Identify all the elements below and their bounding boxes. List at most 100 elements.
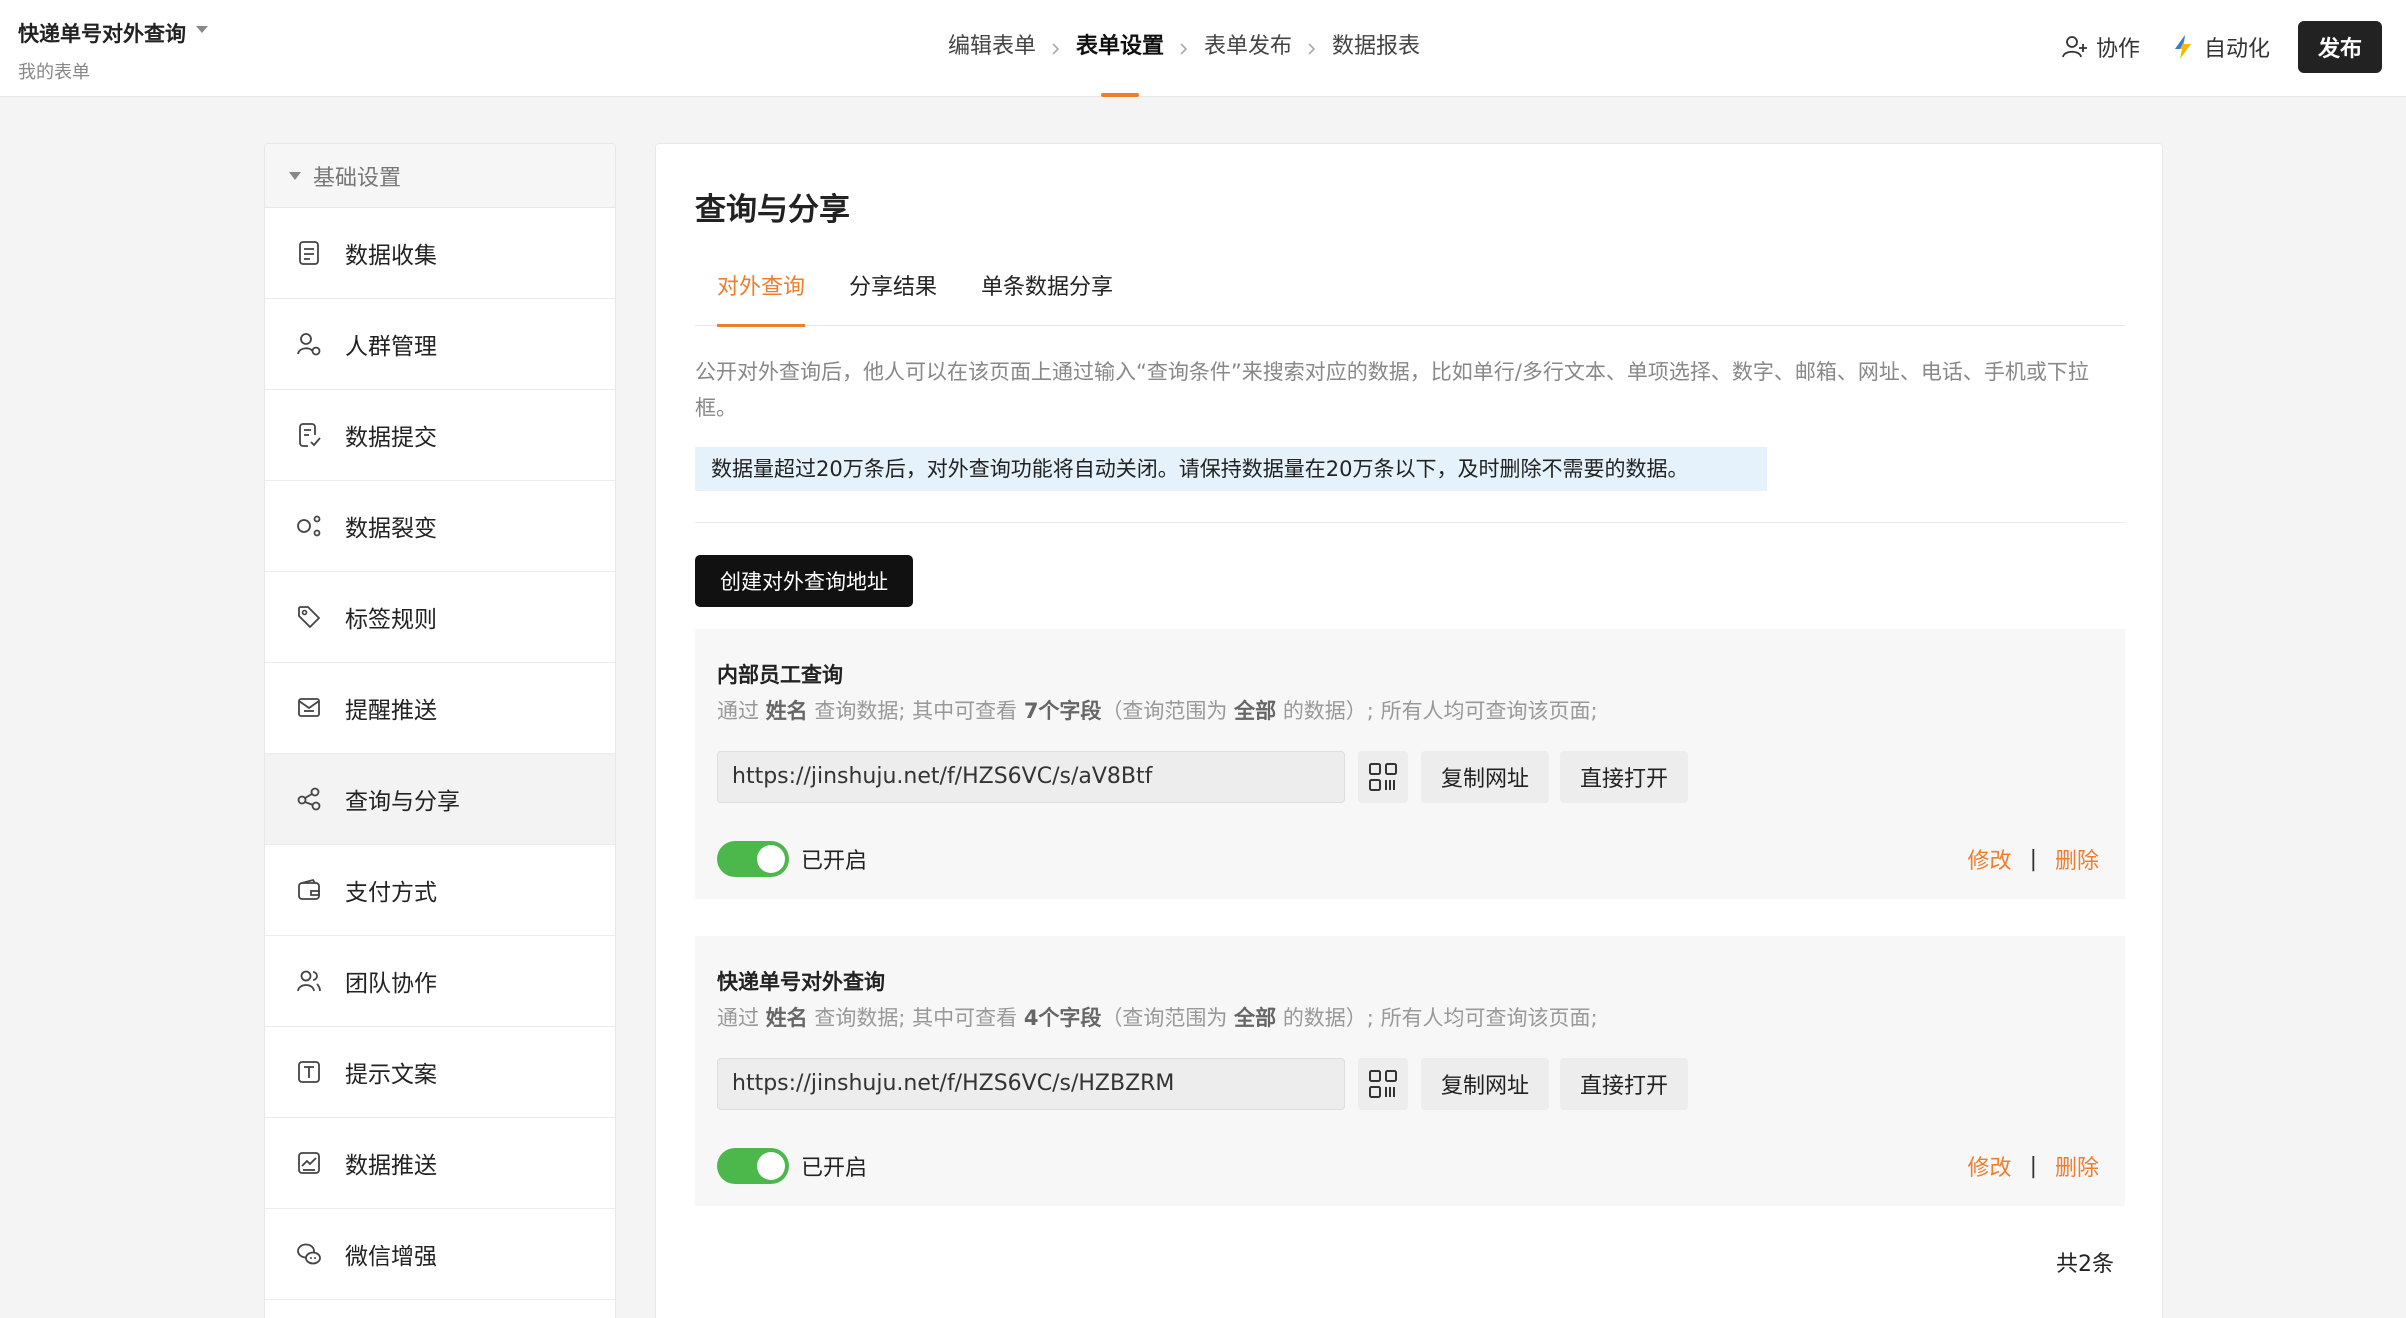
- tab-bar: 对外查询 分享结果 单条数据分享: [695, 270, 2125, 327]
- sidebar-item-label: 数据收集: [345, 243, 437, 269]
- open-direct-button[interactable]: 直接打开: [1560, 751, 1688, 803]
- top-actions: 协作 自动化 发布: [2060, 0, 2382, 94]
- reminder-icon: [298, 698, 320, 717]
- add-user-icon: [2062, 36, 2087, 58]
- sidebar-item-label: 数据裂变: [345, 516, 437, 542]
- wallet-icon: [298, 878, 320, 900]
- top-bar: 快递单号对外查询 我的表单 编辑表单 表单设置 表单发布 数据报表 协作 自动化…: [0, 0, 2406, 97]
- sidebar-item-query-share[interactable]: 查询与分享: [265, 754, 615, 845]
- sidebar-item-label: 数据提交: [345, 425, 437, 451]
- data-limit-notice: 数据量超过20万条后，对外查询功能将自动关闭。请保持数据量在20万条以下，及时删…: [695, 447, 1767, 491]
- form-title[interactable]: 快递单号对外查询: [18, 18, 186, 48]
- query-card: 快递单号对外查询 通过 姓名 查询数据; 其中可查看 4个字段（查询范围为 全部…: [695, 936, 2125, 1206]
- step-form-settings[interactable]: 表单设置: [1076, 0, 1164, 97]
- sidebar-item-data-submit[interactable]: 数据提交: [265, 390, 615, 481]
- step-nav: 编辑表单 表单设置 表单发布 数据报表: [948, 0, 1420, 97]
- page-title: 查询与分享: [695, 192, 850, 228]
- sidebar-item-data-fission[interactable]: 数据裂变: [265, 481, 615, 572]
- copy-url-button[interactable]: 复制网址: [1421, 1058, 1549, 1110]
- sidebar-item-label: 查询与分享: [345, 789, 460, 815]
- toggle-knob: [757, 1152, 785, 1180]
- qrcode-icon: [1369, 763, 1397, 791]
- automation-button[interactable]: 自动化: [2168, 31, 2270, 63]
- query-share-panel: 查询与分享 对外查询 分享结果 单条数据分享 公开对外查询后，他人可以在该页面上…: [655, 143, 2163, 1318]
- tag-icon: [298, 606, 320, 628]
- edit-link[interactable]: 修改: [1968, 1150, 2012, 1182]
- form-subtitle[interactable]: 我的表单: [18, 58, 208, 84]
- copy-url-button[interactable]: 复制网址: [1421, 751, 1549, 803]
- chevron-right-icon: [1164, 0, 1204, 97]
- lightning-icon: [2174, 35, 2191, 59]
- document-check-icon: [299, 423, 321, 447]
- delete-link[interactable]: 删除: [2055, 1150, 2099, 1182]
- sidebar-item-reminder[interactable]: 提醒推送: [265, 663, 615, 754]
- delete-link[interactable]: 删除: [2055, 843, 2099, 875]
- query-description: 公开对外查询后，他人可以在该页面上通过输入“查询条件”来搜索对应的数据，比如单行…: [695, 360, 2089, 420]
- sidebar-item-label: 提醒推送: [345, 698, 437, 724]
- sidebar-item-label: 提示文案: [345, 1062, 437, 1088]
- automation-label: 自动化: [2203, 37, 2270, 62]
- enabled-toggle[interactable]: [717, 841, 789, 877]
- chart-push-icon: [298, 1152, 320, 1174]
- sidebar-item-label: 标签规则: [345, 607, 437, 633]
- card-actions: 修改 | 删除: [1968, 843, 2099, 875]
- caret-down-icon: [289, 171, 301, 180]
- create-query-url-button[interactable]: 创建对外查询地址: [695, 555, 913, 607]
- query-url-field[interactable]: https://jinshuju.net/f/HZS6VC/s/HZBZRM: [717, 1058, 1345, 1110]
- qrcode-button[interactable]: [1358, 1058, 1408, 1110]
- fission-icon: [297, 515, 321, 537]
- edit-link[interactable]: 修改: [1968, 843, 2012, 875]
- card-actions: 修改 | 删除: [1968, 1150, 2099, 1182]
- toggle-status-label: 已开启: [801, 849, 868, 874]
- team-icon: [297, 970, 321, 992]
- sidebar-item-label: 支付方式: [345, 880, 437, 906]
- query-card-title: 快递单号对外查询: [717, 970, 885, 994]
- share-icon: [297, 787, 321, 811]
- step-data-report[interactable]: 数据报表: [1332, 0, 1420, 97]
- sidebar-item-data-collection[interactable]: 数据收集: [265, 208, 615, 299]
- total-count: 共2条: [2056, 1252, 2114, 1277]
- wechat-icon: [297, 1243, 321, 1265]
- sidebar-item-tag-rules[interactable]: 标签规则: [265, 572, 615, 663]
- query-card-description: 通过 姓名 查询数据; 其中可查看 7个字段（查询范围为 全部 的数据）; 所有…: [717, 699, 1598, 723]
- qrcode-button[interactable]: [1358, 751, 1408, 803]
- caret-down-icon[interactable]: [196, 25, 208, 33]
- action-separator: |: [2029, 846, 2037, 872]
- tab-share-results[interactable]: 分享结果: [827, 270, 959, 326]
- open-direct-button[interactable]: 直接打开: [1560, 1058, 1688, 1110]
- sidebar-item-team[interactable]: 团队协作: [265, 936, 615, 1027]
- step-edit-form[interactable]: 编辑表单: [948, 0, 1036, 97]
- qrcode-icon: [1369, 1070, 1397, 1098]
- sidebar-item-audience[interactable]: 人群管理: [265, 299, 615, 390]
- sidebar-item-data-push[interactable]: 数据推送: [265, 1118, 615, 1209]
- query-url-field[interactable]: https://jinshuju.net/f/HZS6VC/s/aV8Btf: [717, 751, 1345, 803]
- sidebar-item-wechat[interactable]: 微信增强: [265, 1209, 615, 1300]
- sidebar-item-label: 人群管理: [345, 334, 437, 360]
- action-separator: |: [2029, 1153, 2037, 1179]
- sidebar-item-label: 团队协作: [345, 971, 437, 997]
- sidebar-item-tip-text[interactable]: 提示文案: [265, 1027, 615, 1118]
- text-icon: [298, 1061, 320, 1083]
- query-card: 内部员工查询 通过 姓名 查询数据; 其中可查看 7个字段（查询范围为 全部 的…: [695, 629, 2125, 899]
- sidebar-section-label: 基础设置: [313, 165, 402, 191]
- tab-single-data-share[interactable]: 单条数据分享: [959, 270, 1135, 326]
- query-card-description: 通过 姓名 查询数据; 其中可查看 4个字段（查询范围为 全部 的数据）; 所有…: [717, 1006, 1598, 1030]
- sidebar-item-label: 数据推送: [345, 1153, 437, 1179]
- settings-sidebar: 基础设置 数据收集 人群管理 数据提交 数据裂变 标签规则 提醒推送 查询与分享…: [264, 143, 616, 1318]
- query-card-title: 内部员工查询: [717, 663, 843, 687]
- enabled-toggle[interactable]: [717, 1148, 789, 1184]
- chevron-right-icon: [1036, 0, 1076, 97]
- tab-external-query[interactable]: 对外查询: [695, 270, 827, 327]
- sidebar-section-basic[interactable]: 基础设置: [265, 144, 615, 208]
- step-form-publish[interactable]: 表单发布: [1204, 0, 1292, 97]
- toggle-knob: [757, 845, 785, 873]
- sidebar-item-payment[interactable]: 支付方式: [265, 845, 615, 936]
- divider: [695, 522, 2125, 523]
- collaborate-label: 协作: [2095, 37, 2140, 62]
- toggle-status-label: 已开启: [801, 1156, 868, 1181]
- chevron-right-icon: [1292, 0, 1332, 97]
- form-title-block[interactable]: 快递单号对外查询 我的表单: [18, 18, 208, 84]
- publish-button[interactable]: 发布: [2298, 21, 2382, 73]
- collaborate-button[interactable]: 协作: [2060, 31, 2140, 63]
- sidebar-item-label: 微信增强: [345, 1244, 437, 1270]
